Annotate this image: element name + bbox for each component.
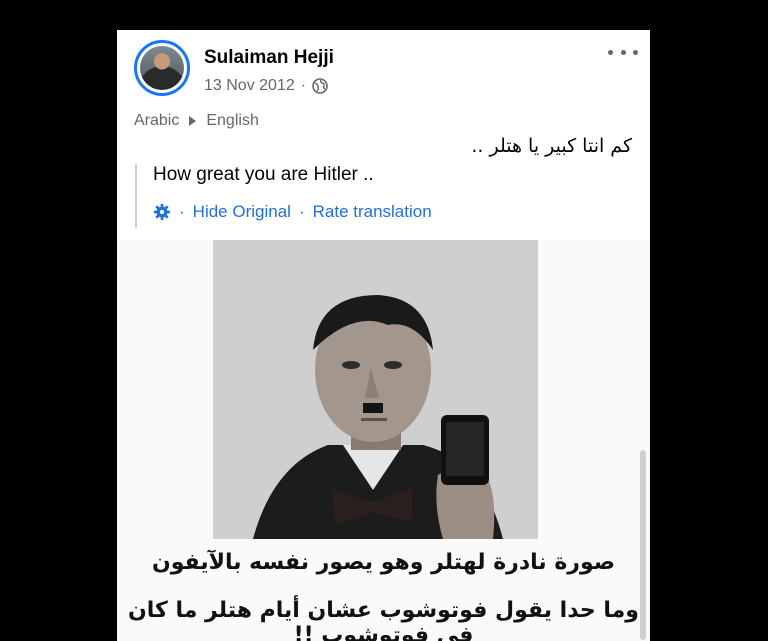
meta-separator: · — [300, 77, 307, 94]
translation-language-row: Arabic English — [134, 112, 259, 130]
hide-original-link[interactable]: Hide Original — [193, 202, 291, 222]
target-language: English — [206, 112, 259, 129]
scrollbar[interactable] — [640, 450, 646, 640]
original-post-text: كم انتا كبير يا هتلر .. — [471, 135, 632, 157]
photo — [213, 240, 538, 539]
translation-block: How great you are Hitler .. · Hide Origi… — [135, 164, 432, 228]
rate-translation-link[interactable]: Rate translation — [313, 202, 432, 222]
post-header: Sulaiman Hejji 13 Nov 2012 · — [117, 30, 650, 110]
translated-text: How great you are Hitler .. — [153, 164, 374, 185]
globe-icon[interactable] — [312, 78, 328, 94]
avatar-photo — [140, 46, 184, 90]
actions-separator: · — [179, 202, 185, 221]
post-date[interactable]: 13 Nov 2012 — [204, 77, 295, 95]
translation-actions: · Hide Original · Rate translation — [153, 202, 432, 222]
facebook-post: Sulaiman Hejji 13 Nov 2012 · Arabic Engl… — [117, 30, 650, 641]
arrow-right-icon — [189, 116, 197, 126]
more-options-icon[interactable] — [608, 42, 638, 62]
image-caption-line-2: وما حدا يقول فوتوشوب عشان أيام هتلر ما ك… — [128, 598, 639, 641]
photo-illustration — [213, 240, 538, 539]
gear-icon[interactable] — [153, 203, 171, 221]
avatar[interactable] — [134, 40, 190, 96]
post-meta: 13 Nov 2012 · — [204, 77, 328, 95]
post-image[interactable]: صورة نادرة لهتلر وهو يصور نفسه بالآيفون … — [117, 240, 650, 641]
actions-separator: · — [298, 202, 305, 221]
source-language: Arabic — [134, 112, 180, 129]
author-name[interactable]: Sulaiman Hejji — [204, 47, 334, 69]
image-caption-line-1: صورة نادرة لهتلر وهو يصور نفسه بالآيفون — [151, 550, 616, 575]
